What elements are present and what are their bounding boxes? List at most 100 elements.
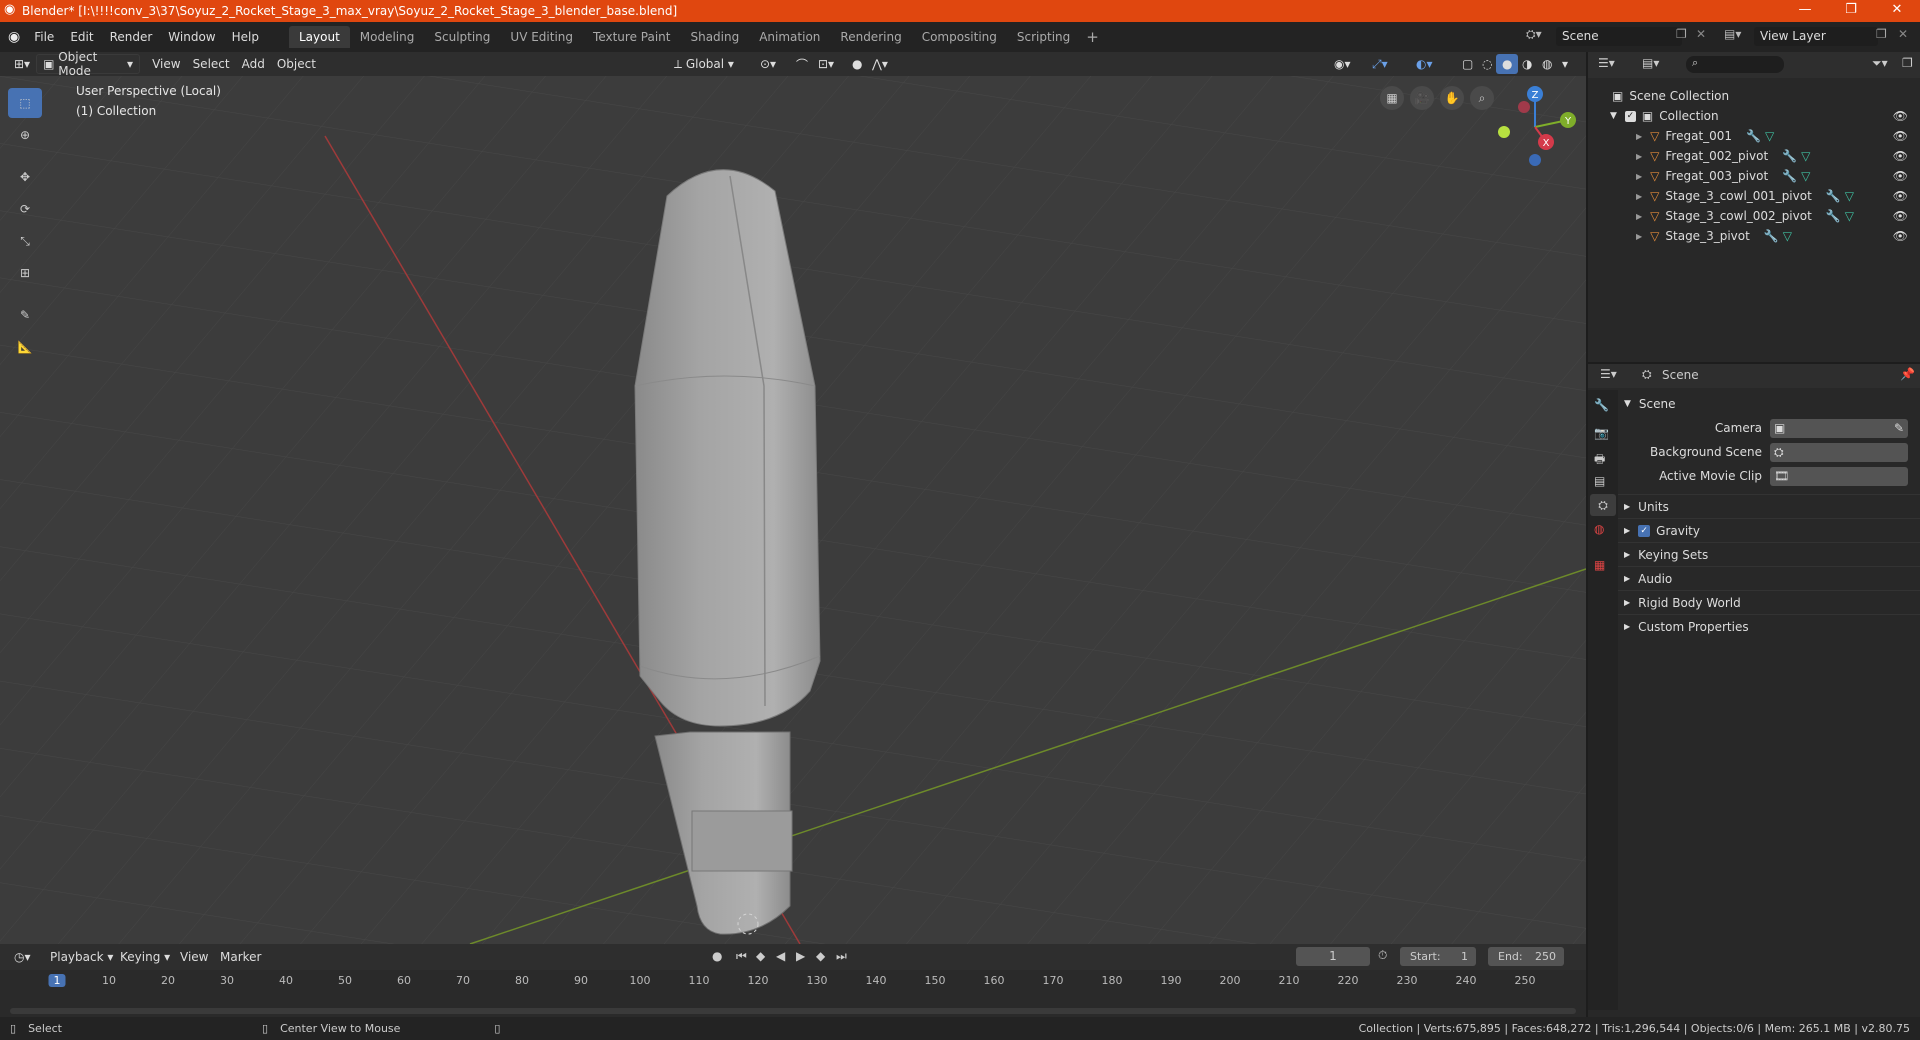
visibility-selectability-icon[interactable]: ◉▾	[1328, 54, 1357, 74]
collection-checkbox[interactable]: ✓	[1624, 110, 1636, 122]
tab-uv-editing[interactable]: UV Editing	[500, 26, 583, 48]
outliner-editor-type-icon[interactable]: ☰▾	[1598, 56, 1615, 70]
stopwatch-icon[interactable]: ⏱	[1378, 948, 1387, 963]
expand-arrow-icon[interactable]: ▶	[1636, 172, 1642, 181]
new-collection-icon[interactable]: ❐	[1902, 56, 1913, 70]
menu-file[interactable]: File	[26, 30, 62, 44]
delete-view-layer-icon[interactable]: ✕	[1898, 27, 1908, 41]
timeline-menu-marker[interactable]: Marker	[214, 947, 267, 967]
end-frame-field[interactable]: End: 250	[1488, 947, 1564, 966]
tab-animation[interactable]: Animation	[749, 26, 830, 48]
rotate-tool[interactable]: ⟳	[8, 194, 42, 224]
eye-icon[interactable]: 👁	[1893, 229, 1908, 243]
viewport-menu-add[interactable]: Add	[236, 54, 271, 74]
scene-selector-icon[interactable]: ⛭▾	[1526, 27, 1542, 42]
outliner-object-row[interactable]: ▶ ▽ Stage_3_cowl_002_pivot 🔧 ▽ 👁	[1588, 206, 1920, 226]
expand-arrow-icon[interactable]: ▶	[1636, 232, 1642, 241]
outliner-scene-collection[interactable]: ▣ Scene Collection	[1588, 86, 1920, 106]
snap-target-icon[interactable]: ⊡▾	[812, 54, 840, 74]
view-layer-name-field[interactable]: View Layer	[1754, 27, 1878, 46]
units-panel-header[interactable]: ▶ Units	[1618, 494, 1920, 518]
timeline-menu-keying[interactable]: Keying ▾	[114, 947, 176, 967]
delete-scene-icon[interactable]: ✕	[1696, 27, 1706, 41]
outliner-collection[interactable]: ▼ ✓ ▣ Collection 👁	[1588, 106, 1920, 126]
editor-type-icon[interactable]: ⊞▾	[8, 54, 36, 74]
eye-icon[interactable]: 👁	[1893, 169, 1908, 183]
pan-hand-icon[interactable]: ✋	[1440, 86, 1464, 110]
menu-help[interactable]: Help	[224, 30, 267, 44]
rigid-body-world-panel-header[interactable]: ▶ Rigid Body World	[1618, 590, 1920, 614]
output-tab-icon[interactable]: 🖶	[1594, 450, 1605, 471]
audio-panel-header[interactable]: ▶ Audio	[1618, 566, 1920, 590]
render-tab-icon[interactable]: 📷	[1594, 426, 1609, 440]
menu-edit[interactable]: Edit	[62, 30, 101, 44]
frame-ruler[interactable]: 1 10 20 30 40 50 60 70 80 90 100 110 120 130 140 150 160…	[0, 972, 1586, 992]
move-tool[interactable]: ✥	[8, 162, 42, 192]
next-keyframe-button[interactable]: ◆	[816, 949, 825, 963]
3d-viewport[interactable]: ⬚ ⊕ ✥ ⟳ ⤡ ⊞ ✎ 📐 User Perspective (Local)…	[0, 76, 1586, 944]
new-view-layer-icon[interactable]: ❐	[1876, 27, 1887, 41]
menu-window[interactable]: Window	[160, 30, 223, 44]
jump-start-button[interactable]: ⏮	[736, 949, 747, 964]
tab-rendering[interactable]: Rendering	[830, 26, 911, 48]
start-frame-field[interactable]: Start: 1	[1400, 947, 1476, 966]
current-frame-field[interactable]: 1	[1296, 947, 1370, 966]
transform-tool[interactable]: ⊞	[8, 258, 42, 288]
texture-tab-icon[interactable]: ▦	[1594, 558, 1605, 572]
show-overlays-icon[interactable]: ◐▾	[1410, 54, 1439, 74]
display-mode-icon[interactable]: ▤▾	[1642, 56, 1659, 70]
timeline-editor-type-icon[interactable]: ◷▾	[8, 947, 37, 967]
expand-arrow-icon[interactable]: ▶	[1636, 132, 1642, 141]
proportional-falloff-icon[interactable]: ⋀▾	[866, 54, 894, 74]
scale-tool[interactable]: ⤡	[8, 226, 42, 256]
keying-sets-panel-header[interactable]: ▶ Keying Sets	[1618, 542, 1920, 566]
gravity-panel-header[interactable]: ▶ ✓ Gravity	[1618, 518, 1920, 542]
tab-modeling[interactable]: Modeling	[350, 26, 425, 48]
menu-render[interactable]: Render	[102, 30, 161, 44]
gravity-checkbox[interactable]: ✓	[1638, 524, 1651, 537]
cursor-tool[interactable]: ⊕	[8, 120, 42, 150]
tab-texture-paint[interactable]: Texture Paint	[583, 26, 680, 48]
jump-end-button[interactable]: ⏭	[836, 949, 847, 964]
add-workspace-icon[interactable]: +	[1086, 28, 1099, 46]
play-button[interactable]: ▶	[796, 949, 805, 963]
eye-icon[interactable]: 👁	[1893, 209, 1908, 223]
tab-sculpting[interactable]: Sculpting	[424, 26, 500, 48]
tool-tab-icon[interactable]: 🔧	[1594, 398, 1609, 412]
measure-tool[interactable]: 📐	[8, 332, 42, 362]
eye-icon[interactable]: 👁	[1893, 109, 1908, 123]
scene-panel-header[interactable]: ▼ Scene	[1618, 392, 1920, 416]
navigation-gizmo[interactable]: Z Y X	[1490, 82, 1580, 172]
filter-icon[interactable]: ⏷▾	[1872, 56, 1888, 71]
play-reverse-button[interactable]: ◀	[776, 949, 785, 963]
show-gizmo-icon[interactable]: ⤢▾	[1366, 54, 1394, 74]
shading-options-icon[interactable]: ▾	[1556, 54, 1574, 74]
background-scene-field[interactable]: ⛭	[1770, 443, 1908, 462]
pivot-point-icon[interactable]: ⊙▾	[754, 54, 782, 74]
tab-layout[interactable]: Layout	[288, 26, 350, 48]
select-box-tool[interactable]: ⬚	[8, 88, 42, 118]
annotate-tool[interactable]: ✎	[8, 300, 42, 330]
camera-view-icon[interactable]: 🎥	[1410, 86, 1434, 110]
timeline-menu-view[interactable]: View	[174, 947, 214, 967]
close-window-button[interactable]: ✕	[1874, 0, 1920, 22]
outliner-object-row[interactable]: ▶ ▽ Fregat_001 🔧 ▽ 👁	[1588, 126, 1920, 146]
eye-icon[interactable]: 👁	[1893, 149, 1908, 163]
tab-compositing[interactable]: Compositing	[912, 26, 1007, 48]
custom-properties-panel-header[interactable]: ▶ Custom Properties	[1618, 614, 1920, 638]
viewport-menu-view[interactable]: View	[146, 54, 186, 74]
expand-arrow-icon[interactable]: ▶	[1636, 192, 1642, 201]
record-button[interactable]: ●	[712, 949, 722, 963]
mode-dropdown[interactable]: ▣ Object Mode ▾	[36, 50, 141, 78]
expand-arrow-icon[interactable]: ▼	[1610, 111, 1617, 121]
outliner-object-row[interactable]: ▶ ▽ Stage_3_pivot 🔧 ▽ 👁	[1588, 226, 1920, 246]
outliner-search-input[interactable]: ⌕	[1686, 56, 1784, 73]
view-layer-tab-icon[interactable]: ▤	[1594, 474, 1605, 488]
camera-field[interactable]: ▣ ✎	[1770, 419, 1908, 438]
pin-icon[interactable]: 📌	[1900, 367, 1915, 381]
eye-icon[interactable]: 👁	[1893, 189, 1908, 203]
timeline-menu-playback[interactable]: Playback ▾	[44, 947, 119, 967]
active-movie-clip-field[interactable]: 🎞	[1770, 467, 1908, 486]
grid-view-icon[interactable]: ▦	[1380, 86, 1404, 110]
scene-name-field[interactable]: Scene	[1556, 27, 1682, 46]
